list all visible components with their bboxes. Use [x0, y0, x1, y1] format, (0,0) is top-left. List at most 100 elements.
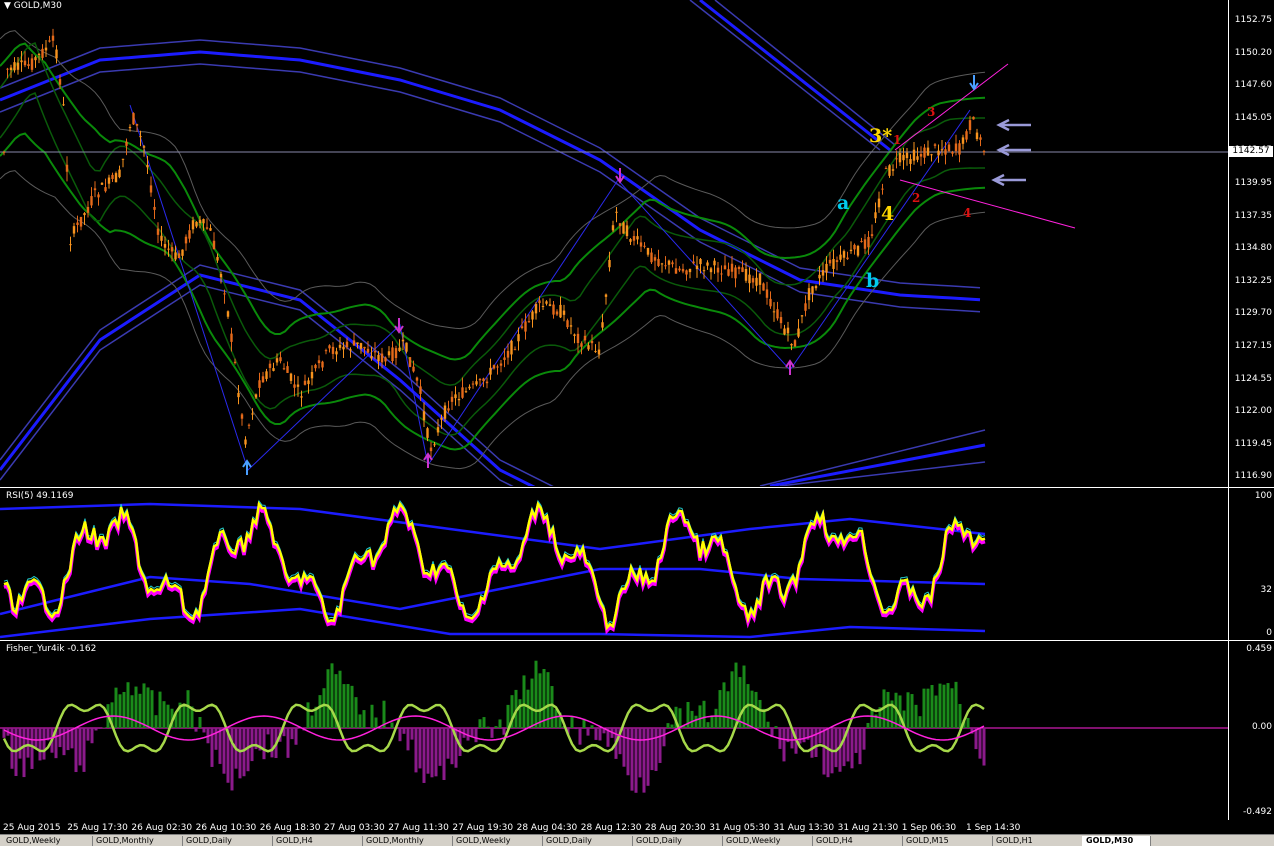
- candle-body: [759, 273, 761, 284]
- fisher-histogram-bar: [503, 728, 506, 735]
- wave-label-small-2: 2: [912, 191, 920, 205]
- candle-body: [412, 367, 414, 372]
- candle-body: [878, 199, 880, 208]
- fisher-histogram-bar: [819, 728, 822, 743]
- candle-body: [202, 219, 204, 223]
- main-chart-pane[interactable]: ▼ GOLD,M30 a b 3* 4 1 2 3 4: [0, 0, 1228, 486]
- candle-body: [766, 289, 768, 297]
- price-chart-canvas[interactable]: [0, 0, 1228, 486]
- fisher-histogram-bar: [411, 728, 414, 740]
- candle-body: [80, 217, 82, 227]
- fisher-pane[interactable]: Fisher_Yur4ik -0.162: [0, 642, 1228, 820]
- candle-body: [692, 262, 694, 264]
- candle-body: [461, 387, 463, 397]
- candle-body: [55, 50, 57, 59]
- candle-body: [269, 364, 271, 368]
- candle-body: [573, 334, 575, 335]
- fisher-histogram-bar: [851, 728, 854, 768]
- chart-tabs-bar[interactable]: GOLD,WeeklyGOLD,MonthlyGOLD,DailyGOLD,H4…: [0, 834, 1274, 846]
- candle-body: [675, 268, 677, 273]
- candle-body: [818, 275, 820, 278]
- candle-body: [17, 63, 19, 70]
- candle-body: [237, 393, 239, 397]
- candle-body: [622, 222, 624, 233]
- candle-body: [647, 248, 649, 255]
- fisher-histogram-bar: [399, 728, 402, 741]
- fisher-histogram-bar: [855, 728, 858, 753]
- fisher-histogram-bar: [815, 728, 818, 757]
- fisher-histogram-bar: [539, 673, 542, 728]
- fisher-histogram-bar: [23, 728, 26, 777]
- pane-separator[interactable]: [0, 640, 1274, 641]
- fisher-histogram-bar: [39, 728, 42, 760]
- fisher-histogram-bar: [431, 728, 434, 777]
- fisher-histogram-bar: [799, 728, 802, 744]
- candle-body: [934, 144, 936, 145]
- candle-body: [472, 384, 474, 385]
- chart-menu-icon[interactable]: ▼: [4, 1, 11, 11]
- candle-body: [223, 293, 225, 294]
- price-axis-label: 1134.80: [1235, 243, 1272, 253]
- pane-separator[interactable]: [0, 487, 1274, 488]
- fisher-histogram-bar: [715, 709, 718, 728]
- fisher-histogram-bar: [627, 728, 630, 775]
- wave-label-3star: 3*: [869, 125, 892, 147]
- candle-body: [542, 306, 544, 307]
- candle-body: [514, 349, 516, 350]
- candle-body: [969, 120, 971, 130]
- candle-body: [192, 220, 194, 229]
- candle-body: [951, 152, 953, 154]
- fisher-histogram-bar: [119, 694, 122, 728]
- fisher-histogram-bar: [767, 722, 770, 728]
- fisher-histogram-bar: [523, 675, 526, 728]
- candle-body: [808, 288, 810, 300]
- candle-body: [671, 262, 673, 264]
- candle-body: [475, 381, 477, 384]
- time-axis[interactable]: 25 Aug 201525 Aug 17:3026 Aug 02:3026 Au…: [0, 820, 1274, 834]
- fisher-histogram-bar: [203, 728, 206, 732]
- candle-body: [31, 58, 33, 69]
- fisher-histogram-bar: [671, 725, 674, 728]
- candle-body: [885, 168, 887, 169]
- candle-body: [748, 275, 750, 284]
- fisher-histogram-bar: [871, 710, 874, 728]
- candle-body: [811, 286, 813, 293]
- fisher-histogram-bar: [743, 666, 746, 728]
- rsi-pane[interactable]: RSI(5) 49.1169: [0, 489, 1228, 639]
- pointer-arrow-icon: [999, 120, 1031, 130]
- fisher-histogram-bar: [863, 728, 866, 750]
- candle-body: [122, 159, 124, 160]
- candle-body: [636, 236, 638, 239]
- candle-body: [916, 156, 918, 160]
- candle-body: [937, 151, 939, 156]
- price-axis-label: 1150.20: [1235, 48, 1272, 58]
- candle-body: [867, 237, 869, 247]
- candle-body: [318, 360, 320, 363]
- candle-body: [437, 427, 439, 432]
- candle-body: [353, 340, 355, 345]
- candle-body: [118, 170, 120, 178]
- fisher-histogram-bar: [487, 727, 490, 728]
- fisher-histogram-bar: [99, 728, 102, 729]
- fisher-axis-zero: 0.00: [1252, 722, 1272, 732]
- candle-body: [48, 40, 50, 41]
- fisher-histogram-bar: [95, 728, 98, 730]
- price-axis-label: 1127.15: [1235, 341, 1272, 351]
- candle-body: [955, 144, 957, 152]
- rsi-axis-mid: 32: [1261, 585, 1272, 595]
- candle-body: [125, 142, 127, 146]
- candle-body: [276, 358, 278, 362]
- price-axis[interactable]: 1152.751150.201147.601145.051142.451139.…: [1228, 0, 1274, 486]
- candle-body: [139, 136, 141, 137]
- candle-body: [339, 345, 341, 348]
- candle-body: [132, 113, 134, 124]
- candle-body: [468, 387, 470, 389]
- fisher-axis: 0.459 0.00 -0.492: [1228, 642, 1274, 820]
- fisher-histogram-bar: [91, 728, 94, 743]
- fisher-histogram-bar: [183, 704, 186, 728]
- fisher-histogram-bar: [915, 705, 918, 728]
- fisher-histogram-bar: [655, 728, 658, 771]
- candle-body: [143, 146, 145, 147]
- candle-body: [976, 133, 978, 139]
- time-axis-label: 31 Aug 05:30: [709, 823, 770, 833]
